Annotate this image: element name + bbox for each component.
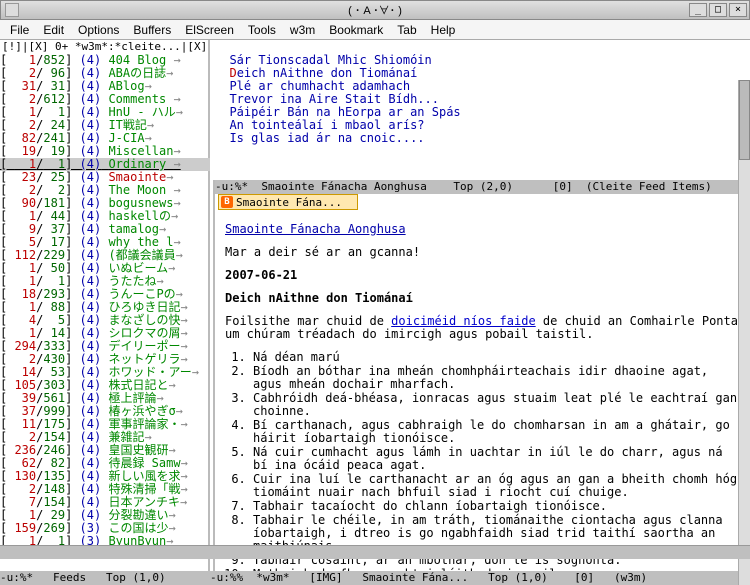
list-item: Ná cuir cumhacht agus lámh in uachtar in… xyxy=(253,446,746,472)
menu-help[interactable]: Help xyxy=(425,21,462,39)
doc-link[interactable]: doiciméid níos faide xyxy=(391,314,536,328)
list-item: Tabhair tacaíocht do chlann íobartaigh t… xyxy=(253,500,746,513)
article-date: 2007-06-21 xyxy=(225,269,746,282)
bottom-modeline: -u:%* Feeds Top (1,0) -u:%% *w3m* [IMG] … xyxy=(0,571,750,585)
scrollbar[interactable] xyxy=(738,80,750,585)
menu-tab[interactable]: Tab xyxy=(391,21,422,39)
headline-item[interactable]: Trevor ina Aire Stait Bídh... xyxy=(215,93,750,106)
menu-w3m[interactable]: w3m xyxy=(284,21,321,39)
article-heading: Deich nAithne don Tiománaí xyxy=(225,292,746,305)
list-item: Ná déan marú xyxy=(253,351,746,364)
status-gutter xyxy=(0,545,750,559)
headline-item[interactable]: Is glas iad ár na cnoic.... xyxy=(215,132,750,145)
feed-list[interactable]: [ 1/852] (4) 404 Blog →[ 2/ 96] (4) ABAの… xyxy=(0,54,210,571)
close-button[interactable]: × xyxy=(729,3,747,17)
headline-item[interactable]: Deich nAithne don Tiománaí xyxy=(215,67,750,80)
menu-buffers[interactable]: Buffers xyxy=(127,21,177,39)
article-para: Foilsithe mar chuid de doiciméid níos fa… xyxy=(225,315,746,341)
menu-bookmark[interactable]: Bookmark xyxy=(323,21,389,39)
app-icon xyxy=(5,3,19,17)
headline-pane[interactable]: Sár Tionscadal Mhic Shiomóin Deich nAith… xyxy=(215,54,750,145)
minimize-button[interactable]: _ xyxy=(689,3,707,17)
headline-item[interactable]: Sár Tionscadal Mhic Shiomóin xyxy=(215,54,750,67)
modeline-left: -u:%* Feeds Top (1,0) xyxy=(0,571,210,585)
list-item: Bíodh an bóthar ina mheán chomhpháirteac… xyxy=(253,365,746,391)
scrollbar-thumb[interactable] xyxy=(739,80,750,160)
menu-tools[interactable]: Tools xyxy=(242,21,282,39)
article-intro: Mar a deir sé ar an gcanna! xyxy=(225,246,746,259)
maximize-button[interactable]: □ xyxy=(709,3,727,17)
blogger-icon: B xyxy=(221,196,233,208)
pane-divider-2 xyxy=(213,180,215,572)
content-area: [!]|[X] 0+ *w3m*:*cleite...|[X] [ 1/852]… xyxy=(0,40,750,585)
commandments-list: Ná déan marúBíodh an bóthar ina mheán ch… xyxy=(253,351,746,572)
tooltip-popup: B Smaointe Fána... xyxy=(218,194,358,210)
menu-edit[interactable]: Edit xyxy=(37,21,70,39)
list-item: Bí carthanach, agus cabhraigh le do chom… xyxy=(253,419,746,445)
menu-elscreen[interactable]: ElScreen xyxy=(179,21,240,39)
tab-bar[interactable]: [!]|[X] 0+ *w3m*:*cleite...|[X] xyxy=(0,40,750,54)
headline-item[interactable]: An tointeálaí i mbaol arís? xyxy=(215,119,750,132)
location-bar: Location: http://aonghus.blogspot.com/20… xyxy=(220,210,750,223)
modeline-right: -u:%% *w3m* [IMG] Smaointe Fána... Top (… xyxy=(210,571,750,585)
article-blog-title[interactable]: Smaointe Fánacha Aonghusa xyxy=(225,223,406,236)
headline-item[interactable]: Páipéir Bán na hEorpa ar an Spás xyxy=(215,106,750,119)
menubar: FileEditOptionsBuffersElScreenToolsw3mBo… xyxy=(0,20,750,40)
list-item: Cuir ina luí le carthanacht ar an óg agu… xyxy=(253,473,746,499)
article-pane[interactable]: Smaointe Fánacha Aonghusa Mar a deir sé … xyxy=(225,223,746,572)
modeline-headlines: -u:%* Smaointe Fánacha Aonghusa Top (2,0… xyxy=(215,180,750,194)
window-title: ( ･ A ･∀･ ) xyxy=(348,2,402,18)
titlebar: ( ･ A ･∀･ ) _ □ × xyxy=(0,0,750,20)
headline-item[interactable]: Plé ar chumhacht adamhach xyxy=(215,80,750,93)
menu-file[interactable]: File xyxy=(4,21,35,39)
list-item: Cabhróidh deá-bhéasa, ionracas agus stua… xyxy=(253,392,746,418)
menu-options[interactable]: Options xyxy=(72,21,125,39)
popup-text: Smaointe Fána... xyxy=(236,196,342,209)
